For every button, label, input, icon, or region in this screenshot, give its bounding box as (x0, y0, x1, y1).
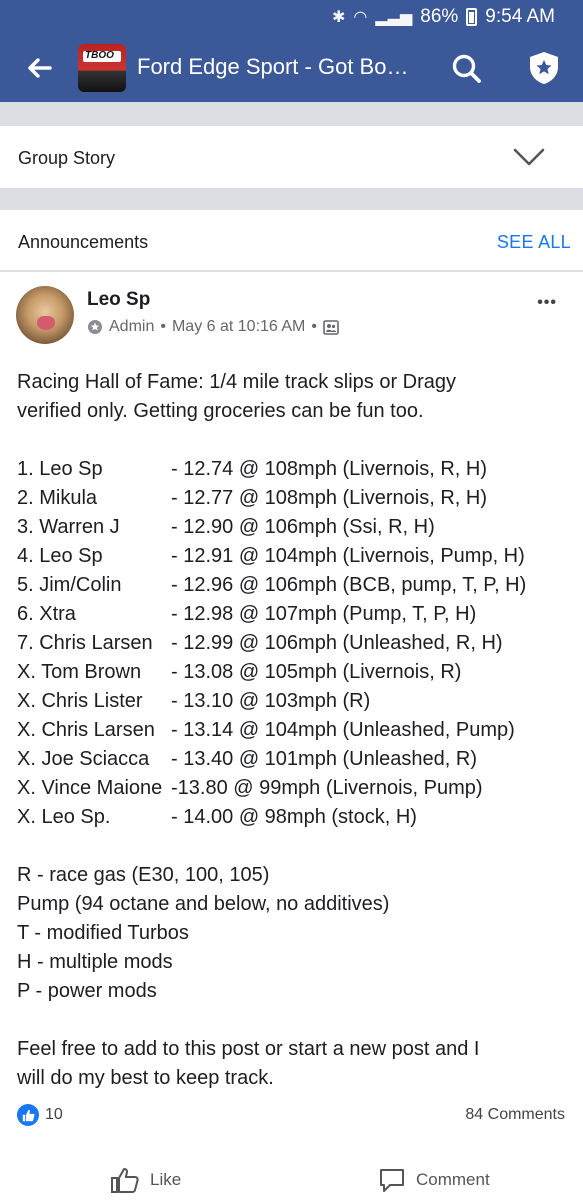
entry-name: X. Vince Maione (17, 777, 163, 799)
like-count: 10 (45, 1106, 63, 1123)
comment-button[interactable]: Comment (378, 1166, 490, 1194)
entry-result: - 12.99 @ 106mph (Unleashed, R, H) (171, 632, 503, 654)
comments-count[interactable]: 84 Comments (465, 1106, 565, 1124)
list-item: 3. Warren J - 12.90 @ 106mph (Ssi, R, H) (17, 513, 577, 542)
shield-star-icon[interactable] (527, 50, 561, 86)
list-item: X. Leo Sp. - 14.00 @ 98mph (stock, H) (17, 803, 577, 832)
list-item: 7. Chris Larsen - 12.99 @ 106mph (Unleash… (17, 629, 577, 658)
post-author[interactable]: Leo Sp (87, 289, 150, 311)
post-outro-line: will do my best to keep track. (17, 1067, 274, 1089)
list-item: 6. Xtra - 12.98 @ 107mph (Pump, T, P, H) (17, 600, 577, 629)
group-title[interactable]: Ford Edge Sport - Got Bo… (137, 54, 437, 80)
group-logo-text: TBOO (85, 50, 114, 61)
entry-name: X. Joe Sciacca (17, 748, 150, 770)
reaction-summary[interactable]: 10 (17, 1104, 63, 1126)
post-intro-line: Racing Hall of Fame: 1/4 mile track slip… (17, 371, 457, 393)
legend-line: T - modified Turbos (17, 922, 189, 944)
entry-result: - 13.08 @ 105mph (Livernois, R) (171, 661, 462, 683)
status-indicators: ✱ ◠ ▂▃▅ 86% 9:54 AM (332, 6, 555, 28)
like-label: Like (150, 1170, 182, 1189)
signal-icon: ▂▃▅ (375, 9, 413, 26)
admin-badge-icon (88, 320, 102, 334)
list-item: 2. Mikula - 12.77 @ 108mph (Livernois, R,… (17, 484, 577, 513)
entry-name: X. Chris Lister (17, 690, 143, 712)
legend-line: Pump (94 octane and below, no additives) (17, 893, 390, 915)
like-reaction-icon (17, 1104, 39, 1126)
search-icon[interactable] (450, 52, 484, 86)
meta-separator: • (311, 318, 317, 335)
post-outro-line: Feel free to add to this post or start a… (17, 1038, 480, 1060)
entry-result: - 12.98 @ 107mph (Pump, T, P, H) (171, 603, 477, 625)
entry-name: 6. Xtra (17, 603, 76, 625)
entry-result: - 13.14 @ 104mph (Unleashed, Pump) (171, 719, 515, 741)
meta-separator: • (160, 318, 166, 335)
wifi-icon: ◠ (353, 9, 368, 26)
post-role: Admin (109, 318, 155, 335)
battery-percent: 86% (420, 6, 459, 27)
entry-name: 1. Leo Sp (17, 458, 103, 480)
entry-result: - 12.77 @ 108mph (Livernois, R, H) (171, 487, 487, 509)
entry-name: 4. Leo Sp (17, 545, 103, 567)
legend-line: H - multiple mods (17, 951, 173, 973)
list-item: 1. Leo Sp - 12.74 @ 108mph (Livernois, R,… (17, 455, 577, 484)
comment-label: Comment (416, 1170, 490, 1189)
entry-name: 7. Chris Larsen (17, 632, 153, 654)
post-body: Racing Hall of Fame: 1/4 mile track slip… (17, 368, 577, 1093)
entry-result: - 12.91 @ 104mph (Livernois, Pump, H) (171, 545, 525, 567)
entry-name: X. Tom Brown (17, 661, 142, 683)
list-item: X. Chris Larsen - 13.14 @ 104mph (Unleash… (17, 716, 577, 745)
comment-icon (380, 1169, 404, 1192)
announcements-label: Announcements (18, 232, 149, 252)
group-logo[interactable]: TBOO (78, 44, 126, 92)
entry-result: - 12.96 @ 106mph (BCB, pump, T, P, H) (171, 574, 527, 596)
group-privacy-icon (323, 319, 339, 335)
group-story-row[interactable]: Group Story (0, 126, 583, 188)
list-item: X. Joe Sciacca - 13.40 @ 101mph (Unleashe… (17, 745, 577, 774)
post-meta: Admin • May 6 at 10:16 AM • (87, 318, 339, 336)
avatar[interactable] (16, 286, 74, 344)
chevron-down-icon[interactable] (513, 146, 545, 168)
entry-result: - 14.00 @ 98mph (stock, H) (171, 806, 417, 828)
list-item: 5. Jim/Colin - 12.96 @ 106mph (BCB, pump,… (17, 571, 577, 600)
entry-result: - 12.90 @ 106mph (Ssi, R, H) (171, 516, 435, 538)
battery-icon (466, 8, 478, 26)
status-bar: ✱ ◠ ▂▃▅ 86% 9:54 AM (0, 0, 583, 34)
see-all-link[interactable]: SEE ALL (497, 232, 571, 253)
post-actions: Like Comment (0, 1158, 583, 1200)
entry-name: X. Chris Larsen (17, 719, 155, 741)
entry-result: - 13.40 @ 101mph (Unleashed, R) (171, 748, 478, 770)
more-options-icon[interactable]: ••• (537, 294, 557, 312)
entry-name: 5. Jim/Colin (17, 574, 122, 596)
like-button[interactable]: Like (110, 1166, 181, 1194)
entry-name: X. Leo Sp. (17, 806, 111, 828)
list-item: 4. Leo Sp - 12.91 @ 104mph (Livernois, Pu… (17, 542, 577, 571)
list-item: X. Chris Lister - 13.10 @ 103mph (R) (17, 687, 577, 716)
list-item: X. Vince Maione -13.80 @ 99mph (Livernois… (17, 774, 577, 803)
clock: 9:54 AM (485, 6, 555, 27)
announcement-post: Leo Sp Admin • May 6 at 10:16 AM • ••• R… (0, 272, 583, 1200)
post-timestamp[interactable]: May 6 at 10:16 AM (172, 318, 305, 336)
entry-name: 2. Mikula (17, 487, 98, 509)
thumbs-up-icon (111, 1168, 139, 1193)
post-intro-line: verified only. Getting groceries can be … (17, 400, 424, 422)
entry-result: -13.80 @ 99mph (Livernois, Pump) (171, 777, 483, 799)
entry-name: 3. Warren J (17, 516, 120, 538)
announcements-header: Announcements SEE ALL (0, 210, 583, 270)
entry-result: - 12.74 @ 108mph (Livernois, R, H) (171, 458, 487, 480)
bluetooth-icon: ✱ (331, 9, 346, 26)
group-story-label: Group Story (18, 148, 116, 168)
entry-result: - 13.10 @ 103mph (R) (171, 690, 371, 712)
arrow-left-icon[interactable] (24, 52, 56, 84)
legend-line: P - power mods (17, 980, 157, 1002)
list-item: X. Tom Brown - 13.08 @ 105mph (Livernois,… (17, 658, 577, 687)
app-bar: TBOO Ford Edge Sport - Got Bo… (0, 34, 583, 102)
legend-line: R - race gas (E30, 100, 105) (17, 864, 270, 886)
